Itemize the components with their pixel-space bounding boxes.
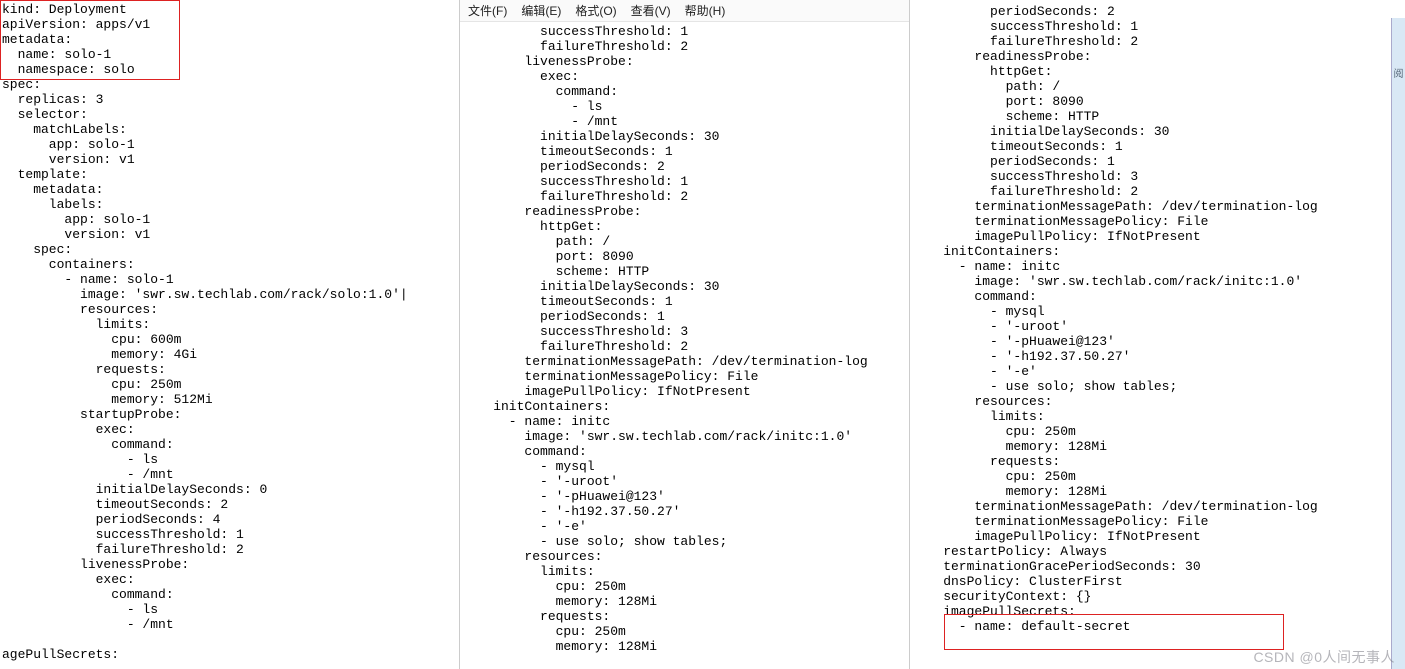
right-panel-char: 阅 (1392, 68, 1405, 83)
editor-pane-left: kind: Deployment apiVersion: apps/v1 met… (0, 0, 460, 669)
menu-file[interactable]: 文件(F) (468, 0, 507, 21)
right-white-divider (1387, 18, 1391, 669)
notepad-menubar: 文件(F) 编辑(E) 格式(O) 查看(V) 帮助(H) (460, 0, 909, 22)
csdn-watermark: CSDN @0人间无事人 (1253, 650, 1395, 665)
menu-format[interactable]: 格式(O) (575, 0, 616, 21)
yaml-code-left[interactable]: kind: Deployment apiVersion: apps/v1 met… (0, 0, 459, 664)
menu-view[interactable]: 查看(V) (631, 0, 671, 21)
yaml-code-middle[interactable]: successThreshold: 1 failureThreshold: 2 … (460, 22, 909, 656)
editor-pane-right: periodSeconds: 2 successThreshold: 1 fai… (910, 0, 1390, 669)
menu-help[interactable]: 帮助(H) (685, 0, 726, 21)
yaml-code-right[interactable]: periodSeconds: 2 successThreshold: 1 fai… (910, 0, 1390, 636)
menu-edit[interactable]: 编辑(E) (521, 0, 561, 21)
editor-pane-middle: 文件(F) 编辑(E) 格式(O) 查看(V) 帮助(H) successThr… (460, 0, 910, 669)
right-panel-strip: 阅 (1391, 18, 1405, 669)
